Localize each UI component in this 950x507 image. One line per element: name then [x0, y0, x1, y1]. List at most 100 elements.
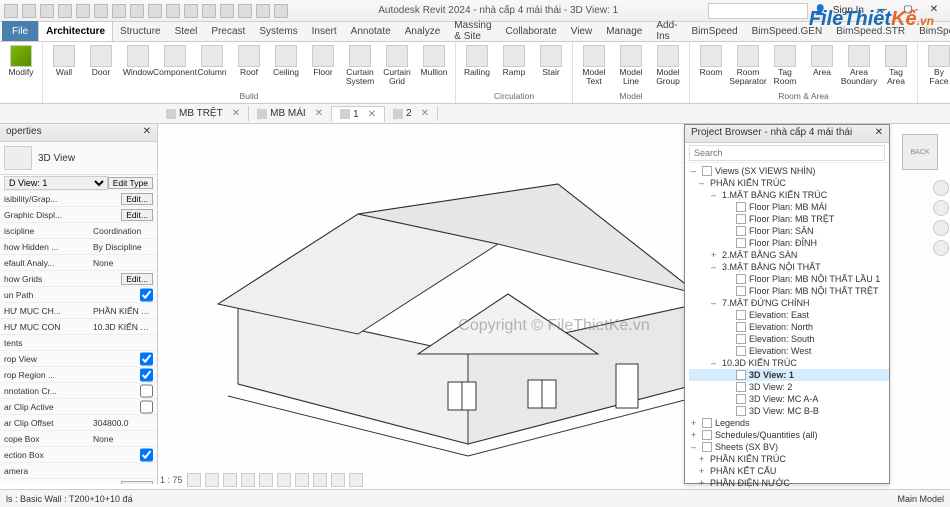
room-area-button[interactable]: Area [804, 43, 840, 86]
tree-item[interactable]: Elevation: East [689, 309, 889, 321]
build-curtain-grid-button[interactable]: CurtainGrid [379, 43, 415, 86]
tree-item[interactable]: Floor Plan: MB NỘI THẤT LẦU 1 [689, 273, 889, 285]
expand-icon[interactable]: – [691, 166, 699, 176]
detail-level-icon[interactable] [187, 473, 201, 487]
zoom-icon[interactable] [933, 220, 949, 236]
model-model-line-button[interactable]: ModelLine [613, 43, 649, 86]
close-icon[interactable]: ✕ [315, 108, 323, 119]
tree-item[interactable]: 3D View: 1 [689, 369, 889, 381]
sun-path-icon[interactable] [223, 473, 237, 487]
tree-item[interactable]: +Legends [689, 417, 889, 429]
expand-icon[interactable]: + [691, 418, 699, 428]
prop-edit-button[interactable]: Edit... [121, 209, 153, 221]
expand-icon[interactable]: + [699, 454, 707, 464]
shadows-icon[interactable] [241, 473, 255, 487]
tree-item[interactable]: Floor Plan: MB TRỆT [689, 213, 889, 225]
tree-item[interactable]: –3.MẶT BẰNG NỘI THẤT [689, 261, 889, 273]
room-room-button[interactable]: Room [693, 43, 729, 86]
redo-icon[interactable] [94, 4, 108, 18]
tree-item[interactable]: Elevation: West [689, 345, 889, 357]
open-icon[interactable] [22, 4, 36, 18]
ribbon-tab-annotate[interactable]: Annotate [344, 21, 398, 41]
tree-item[interactable]: 3D View: MC A-A [689, 393, 889, 405]
room-room-separator-button[interactable]: RoomSeparator [730, 43, 766, 86]
expand-icon[interactable]: – [711, 262, 719, 272]
ribbon-tab-precast[interactable]: Precast [204, 21, 252, 41]
prop-checkbox[interactable] [140, 352, 153, 366]
properties-close-icon[interactable]: ✕ [143, 126, 151, 139]
expand-icon[interactable]: + [691, 430, 699, 440]
build-ceiling-button[interactable]: Ceiling [268, 43, 304, 86]
prop-value[interactable]: By Discipline [93, 242, 153, 252]
ribbon-tab-bimspeed[interactable]: BimSpeed [684, 21, 744, 41]
expand-icon[interactable]: – [711, 190, 719, 200]
crop-icon[interactable] [277, 473, 291, 487]
prop-edit-button[interactable]: Edit... [121, 481, 153, 485]
save-icon[interactable] [40, 4, 54, 18]
close-icon[interactable]: ✕ [421, 108, 429, 119]
view-tab-mb-tr-t[interactable]: MB TRỆT✕ [158, 106, 249, 121]
scale-label[interactable]: 1 : 75 [160, 475, 183, 485]
undo-icon[interactable] [76, 4, 90, 18]
tree-item[interactable]: 3D View: MC B-B [689, 405, 889, 417]
orbit-icon[interactable] [933, 240, 949, 256]
model-model-group-button[interactable]: ModelGroup [650, 43, 686, 86]
view-tab-2[interactable]: 2✕ [385, 106, 438, 121]
tree-item[interactable]: –1.MẶT BẰNG KIẾN TRÚC [689, 189, 889, 201]
reveal-icon[interactable] [349, 473, 363, 487]
build-curtain-system-button[interactable]: CurtainSystem [342, 43, 378, 86]
prop-value[interactable]: None [93, 434, 153, 444]
ribbon-tab-structure[interactable]: Structure [113, 21, 168, 41]
view-cube[interactable]: BACK [896, 130, 944, 178]
close-icon[interactable]: ✕ [232, 108, 240, 119]
render-icon[interactable] [259, 473, 273, 487]
print-icon[interactable] [112, 4, 126, 18]
ribbon-tab-collaborate[interactable]: Collaborate [499, 21, 564, 41]
expand-icon[interactable]: + [711, 250, 719, 260]
modify-button[interactable]: Modify [3, 43, 39, 86]
tree-item[interactable]: Elevation: North [689, 321, 889, 333]
room-tag-area-button[interactable]: TagArea [878, 43, 914, 86]
tree-item[interactable]: Elevation: South [689, 333, 889, 345]
prop-checkbox[interactable] [140, 384, 153, 398]
view-tab-mb-m-i[interactable]: MB MÁI✕ [249, 106, 332, 121]
prop-edit-button[interactable]: Edit... [121, 273, 153, 285]
view-tab-1[interactable]: 1✕ [332, 106, 385, 122]
thinlines-icon[interactable] [220, 4, 234, 18]
tree-item[interactable]: +PHẦN KẾT CẤU [689, 465, 889, 477]
file-tab[interactable]: File [2, 21, 38, 41]
project-browser-close-icon[interactable]: ✕ [875, 127, 883, 140]
build-mullion-button[interactable]: Mullion [416, 43, 452, 86]
circ-ramp-button[interactable]: Ramp [496, 43, 532, 86]
prop-checkbox[interactable] [140, 400, 153, 414]
visual-style-icon[interactable] [205, 473, 219, 487]
build-window-button[interactable]: Window [120, 43, 156, 86]
tree-item[interactable]: –7.MẶT ĐỨNG CHÍNH [689, 297, 889, 309]
expand-icon[interactable]: + [699, 478, 707, 488]
tree-item[interactable]: –Views (SX VIEWS NHÌN) [689, 165, 889, 177]
tree-item[interactable]: –Sheets (SX BV) [689, 441, 889, 453]
close-hidden-icon[interactable] [238, 4, 252, 18]
tree-item[interactable]: –PHẦN KIẾN TRÚC [689, 177, 889, 189]
expand-icon[interactable]: + [699, 466, 707, 476]
lock-3d-icon[interactable] [313, 473, 327, 487]
circ-stair-button[interactable]: Stair [533, 43, 569, 86]
expand-icon[interactable]: – [699, 178, 707, 188]
text-icon[interactable] [166, 4, 180, 18]
prop-value[interactable]: Coordination [93, 226, 153, 236]
steering-wheel-icon[interactable] [933, 180, 949, 196]
sync-icon[interactable] [58, 4, 72, 18]
prop-edit-button[interactable]: Edit... [121, 193, 153, 205]
prop-value[interactable]: PHẦN KIẾN TR... [93, 306, 153, 316]
type-selector-dropdown[interactable]: D View: 1 [4, 176, 108, 190]
tree-item[interactable]: –10.3D KIẾN TRÚC [689, 357, 889, 369]
ribbon-tab-analyze[interactable]: Analyze [398, 21, 448, 41]
revit-logo-icon[interactable] [4, 4, 18, 18]
expand-icon[interactable]: – [711, 358, 719, 368]
build-door-button[interactable]: Door [83, 43, 119, 86]
model-model-text-button[interactable]: ModelText [576, 43, 612, 86]
ribbon-tab-systems[interactable]: Systems [252, 21, 304, 41]
dimension-icon[interactable] [148, 4, 162, 18]
prop-checkbox[interactable] [140, 448, 153, 462]
ribbon-tab-insert[interactable]: Insert [305, 21, 344, 41]
